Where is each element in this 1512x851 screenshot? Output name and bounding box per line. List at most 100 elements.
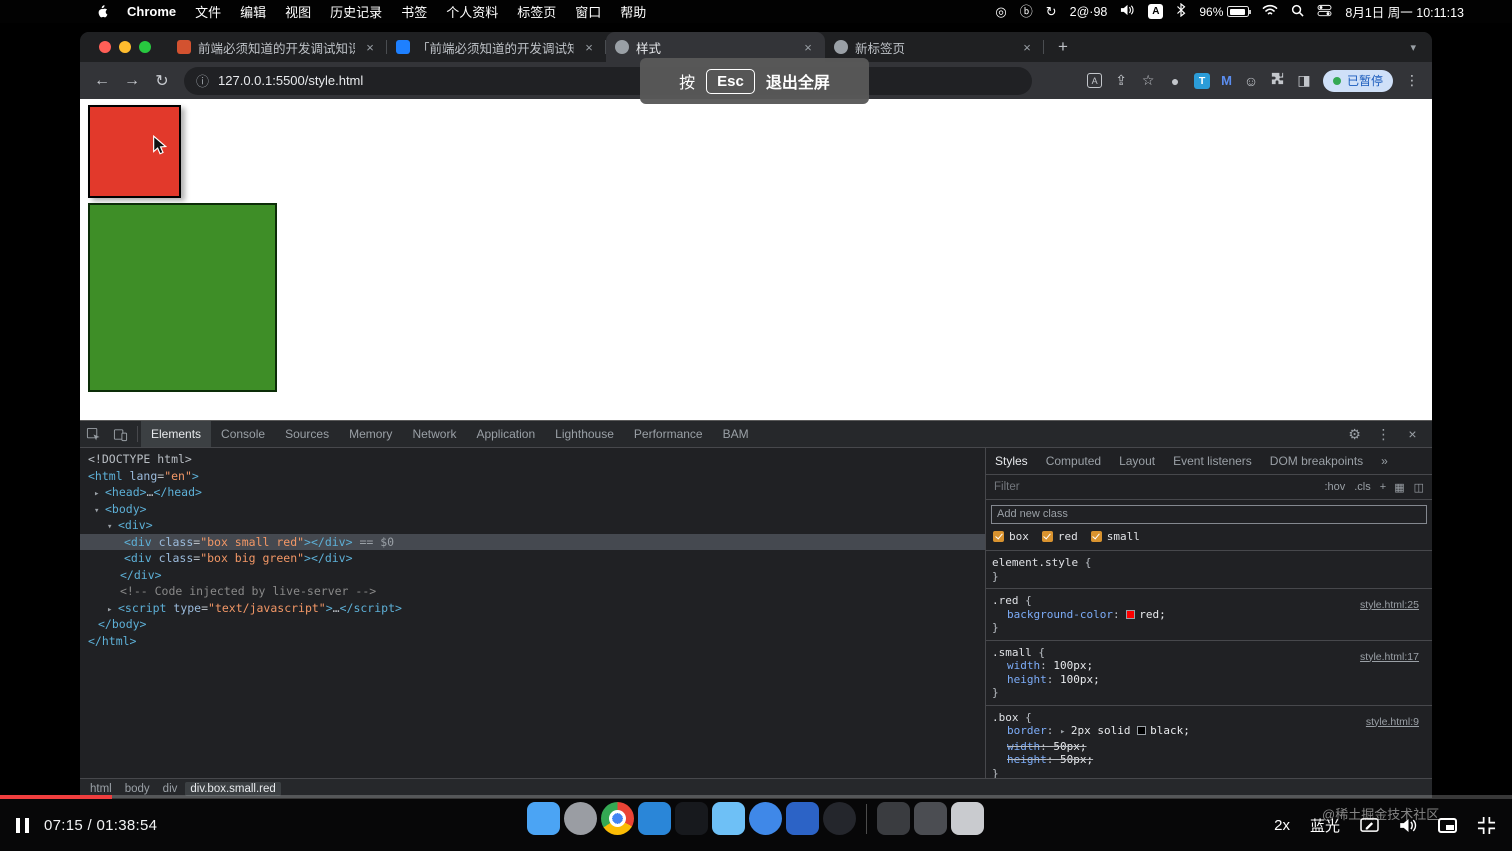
dock-icon-trash[interactable] [951,802,984,835]
bluetooth-icon[interactable] [1176,2,1186,20]
dock-icon-window-preview-1[interactable] [877,802,910,835]
tree-line[interactable]: </html> [80,633,985,650]
tab-search-chevron-icon[interactable]: ▾ [1410,41,1416,54]
dock-icon-chrome[interactable] [601,802,634,835]
rule-selector[interactable]: .box [992,711,1019,724]
extension-t-icon[interactable]: T [1194,72,1211,89]
devtools-tab-bam[interactable]: BAM [713,421,759,447]
color-swatch[interactable] [1137,726,1147,735]
filter-action-hov[interactable]: :hov [1324,481,1345,493]
browser-tab[interactable]: 「前端必须知道的开发调试知识」 × [387,32,606,62]
share-icon[interactable]: ⇪ [1113,72,1129,89]
styles-tab-dom-breakpoints[interactable]: DOM breakpoints [1261,448,1372,474]
tab-close-icon[interactable]: × [1019,39,1035,55]
tree-line[interactable]: ▾ <div> [80,517,985,534]
stylesheet-link[interactable]: style.html:25 [1360,599,1419,613]
dock-icon-terminal[interactable] [675,802,708,835]
menu-item[interactable]: 编辑 [240,2,266,21]
obs-icon[interactable]: ◎ [995,5,1006,18]
rule-selector[interactable]: element.style [992,556,1078,569]
bilibili-icon[interactable]: ⓑ [1020,5,1033,18]
site-info-icon[interactable]: ⓘ [196,71,209,90]
wifi-icon[interactable] [1262,4,1278,19]
menubar-app-name[interactable]: Chrome [127,4,176,19]
reload-button[interactable]: ↻ [148,67,176,95]
tree-line[interactable]: <!DOCTYPE html> [80,451,985,468]
tree-line[interactable]: ▾ <body> [80,501,985,518]
pip-icon[interactable] [1438,817,1457,833]
styles-tab-styles[interactable]: Styles [986,448,1037,474]
tree-line[interactable]: </div> [80,567,985,584]
inspect-element-icon[interactable] [80,421,107,447]
translate-icon[interactable]: A [1087,73,1103,88]
sync-icon[interactable]: ↻ [1046,5,1057,18]
css-property[interactable]: height: 50px; [992,753,1426,767]
bookmark-star-icon[interactable]: ☆ [1140,72,1156,89]
progress-bar[interactable] [0,795,1512,799]
breadcrumb-item[interactable]: div.box.small.red [185,781,281,796]
zoom-window-button[interactable] [139,41,151,53]
devtools-tab-console[interactable]: Console [211,421,275,447]
browser-menu-kebab-icon[interactable]: ⋮ [1404,72,1420,89]
dock-icon-finder[interactable] [527,802,560,835]
apple-menu-icon[interactable] [95,4,108,19]
tree-line[interactable]: <div class="box big green"></div> [80,550,985,567]
tree-line[interactable]: <!-- Code injected by live-server --> [80,583,985,600]
search-icon[interactable] [1291,4,1305,20]
rule-selector[interactable]: .small [992,646,1032,659]
styles-tab-item[interactable]: » [1372,448,1397,474]
css-property[interactable]: width: 50px; [992,740,1426,754]
sidebar-toggle-icon[interactable]: ◫ [1414,481,1424,494]
css-property[interactable]: border: ▸ 2px solid black; [992,724,1426,740]
devtools-tab-memory[interactable]: Memory [339,421,402,447]
class-checkbox[interactable] [1041,531,1053,542]
tree-line[interactable]: ▸ <script type="text/javascript">…</scrip… [80,600,985,617]
tree-line[interactable]: <html lang="en"> [80,468,985,485]
stylesheet-link[interactable]: style.html:9 [1366,716,1419,730]
pause-button[interactable] [16,817,29,833]
tab-close-icon[interactable]: × [362,39,378,55]
close-window-button[interactable] [99,41,111,53]
back-button[interactable]: ← [88,67,116,95]
input-method-icon[interactable]: A [1148,4,1164,19]
forward-button[interactable]: → [118,67,146,95]
devtools-menu-kebab-icon[interactable]: ⋮ [1370,421,1397,447]
fullscreen-icon[interactable] [1477,816,1496,835]
menu-item[interactable]: 历史记录 [330,2,382,21]
breadcrumb-item[interactable]: html [85,782,117,796]
devtools-tab-lighthouse[interactable]: Lighthouse [545,421,624,447]
filter-action-cls[interactable]: .cls [1354,481,1371,493]
class-checkbox[interactable] [993,531,1004,542]
styles-tab-event-listeners[interactable]: Event listeners [1164,448,1261,474]
menu-item[interactable]: 个人资料 [446,2,498,21]
menu-item[interactable]: 标签页 [517,2,556,21]
playback-speed-button[interactable]: 2x [1274,817,1290,834]
computed-grid-icon[interactable]: ▦ [1394,481,1404,494]
profile-paused-badge[interactable]: 已暂停 [1322,69,1393,92]
devtools-tab-performance[interactable]: Performance [624,421,713,447]
tab-close-icon[interactable]: × [581,39,597,55]
dock-icon-app-docs[interactable] [712,802,745,835]
devtools-tab-network[interactable]: Network [402,421,466,447]
breadcrumb-item[interactable]: body [120,782,155,796]
tab-close-icon[interactable]: × [800,39,816,55]
add-class-input[interactable]: Add new class [991,505,1427,524]
extension-circle-icon[interactable]: ● [1167,73,1183,89]
extension-m-icon[interactable]: M [1221,73,1232,88]
control-center-icon[interactable] [1317,4,1332,20]
address-bar[interactable]: ⓘ 127.0.0.1:5500/style.html [184,66,1032,95]
rule-selector[interactable]: .red [992,594,1019,607]
dock-icon-obs[interactable] [823,802,856,835]
menu-item[interactable]: 视图 [285,2,311,21]
styles-tab-computed[interactable]: Computed [1037,448,1110,474]
tree-line[interactable]: </body> [80,616,985,633]
twisty-icon[interactable]: ▾ [94,503,105,520]
color-swatch[interactable] [1126,609,1136,619]
device-toolbar-icon[interactable] [107,421,134,447]
styles-filter-input[interactable]: Filter [994,481,1020,493]
stylesheet-link[interactable]: style.html:17 [1360,651,1419,665]
devtools-close-icon[interactable]: × [1399,421,1426,447]
menu-item[interactable]: 窗口 [575,2,601,21]
devtools-tab-application[interactable]: Application [466,421,545,447]
class-checkbox[interactable] [1090,531,1102,542]
